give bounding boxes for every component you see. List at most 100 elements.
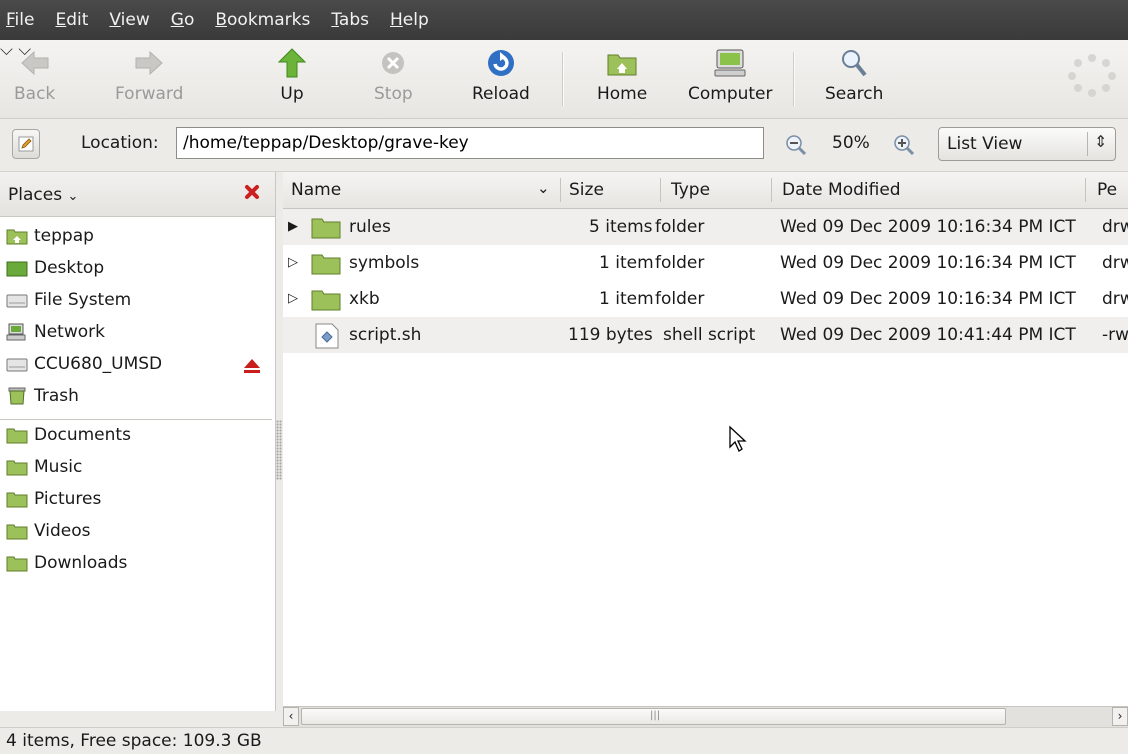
column-header-permissions[interactable]: Pe bbox=[1097, 180, 1117, 200]
computer-button[interactable]: Computer bbox=[688, 46, 773, 112]
scrollbar-thumb[interactable]: ||| bbox=[301, 708, 1006, 725]
table-row[interactable]: ▶ rules 5 items folder Wed 09 Dec 2009 1… bbox=[283, 209, 1128, 245]
network-icon bbox=[6, 323, 28, 341]
menu-tabs[interactable]: Tabs bbox=[331, 10, 369, 30]
file-name: xkb bbox=[349, 289, 380, 309]
pencil-icon bbox=[18, 136, 34, 152]
horizontal-scrollbar[interactable]: ‹ ||| › bbox=[283, 706, 1128, 727]
reload-icon bbox=[485, 46, 517, 80]
column-header-date-modified[interactable]: Date Modified bbox=[782, 180, 901, 200]
sidebar-item-documents[interactable]: Documents bbox=[6, 421, 131, 449]
menu-go[interactable]: Go bbox=[171, 10, 195, 30]
sidebar-item-ccu680-umsd[interactable]: CCU680_UMSD bbox=[6, 350, 162, 378]
file-type: folder bbox=[655, 289, 705, 309]
home-folder-icon bbox=[606, 46, 638, 80]
view-mode-select[interactable]: List View ⇕ bbox=[938, 127, 1116, 161]
status-text: 4 items, Free space: 109.3 GB bbox=[6, 731, 262, 751]
sidebar-item-file-system[interactable]: File System bbox=[6, 286, 131, 314]
folder-icon bbox=[6, 490, 28, 508]
column-header-type[interactable]: Type bbox=[671, 180, 710, 200]
up-button[interactable]: Up bbox=[276, 46, 308, 112]
expander-collapsed-icon[interactable]: ▷ bbox=[288, 291, 298, 306]
zoom-in-icon[interactable] bbox=[893, 134, 915, 161]
table-row[interactable]: ▷ symbols 1 item folder Wed 09 Dec 2009 … bbox=[283, 245, 1128, 281]
file-permissions: drw bbox=[1102, 253, 1128, 273]
file-modified: Wed 09 Dec 2009 10:16:34 PM ICT bbox=[780, 253, 1076, 273]
zoom-out-icon[interactable] bbox=[785, 134, 807, 161]
file-permissions: drw bbox=[1102, 217, 1128, 237]
scroll-left-icon[interactable]: ‹ bbox=[283, 707, 299, 726]
folder-icon bbox=[6, 426, 28, 444]
file-type: folder bbox=[655, 217, 705, 237]
expander-collapsed-icon[interactable]: ▷ bbox=[288, 255, 298, 270]
throbber-icon bbox=[1064, 52, 1120, 103]
zoom-level[interactable]: 50% bbox=[832, 133, 870, 153]
scroll-right-icon[interactable]: › bbox=[1112, 707, 1128, 726]
toggle-location-mode-button[interactable] bbox=[12, 129, 40, 159]
sidebar-item-network[interactable]: Network bbox=[6, 318, 105, 346]
home-folder-icon bbox=[6, 227, 28, 245]
search-button[interactable]: Search bbox=[825, 46, 883, 112]
folder-icon bbox=[311, 215, 341, 244]
stop-button[interactable]: Stop bbox=[374, 46, 413, 112]
chevron-down-icon: ⌄ bbox=[67, 189, 79, 204]
sidebar-divider bbox=[0, 419, 272, 420]
menu-help[interactable]: Help bbox=[390, 10, 429, 30]
places-sidebar: Places ⌄ teppap Desktop File System Netw… bbox=[0, 172, 276, 711]
search-icon bbox=[838, 46, 870, 80]
file-name: symbols bbox=[349, 253, 420, 273]
sidebar-item-teppap[interactable]: teppap bbox=[6, 222, 94, 250]
back-button[interactable]: Back bbox=[14, 46, 55, 112]
file-size: 1 item bbox=[599, 289, 654, 309]
table-row[interactable]: ▷ xkb 1 item folder Wed 09 Dec 2009 10:1… bbox=[283, 281, 1128, 317]
location-label: Location: bbox=[81, 133, 159, 153]
menu-file[interactable]: File bbox=[6, 10, 34, 30]
menu-bookmarks[interactable]: Bookmarks bbox=[215, 10, 310, 30]
expander-collapsed-icon[interactable]: ▶ bbox=[288, 219, 298, 234]
column-header-size[interactable]: Size bbox=[569, 180, 604, 200]
up-arrow-icon bbox=[276, 46, 308, 80]
drive-icon bbox=[6, 291, 28, 309]
reload-button[interactable]: Reload bbox=[472, 46, 530, 112]
forward-button[interactable]: Forward bbox=[115, 46, 183, 112]
close-sidebar-icon[interactable] bbox=[244, 184, 260, 205]
sidebar-item-trash[interactable]: Trash bbox=[6, 382, 79, 410]
sidebar-header: Places ⌄ bbox=[0, 172, 275, 217]
sidebar-item-desktop[interactable]: Desktop bbox=[6, 254, 104, 282]
pane-resize-handle[interactable] bbox=[276, 420, 282, 480]
forward-arrow-icon bbox=[133, 46, 165, 80]
sidebar-item-pictures[interactable]: Pictures bbox=[6, 485, 101, 513]
toolbar: Back ⌵ Forward ⌵ Up Stop Reload Home Com… bbox=[0, 40, 1128, 119]
table-row[interactable]: script.sh 119 bytes shell script Wed 09 … bbox=[283, 317, 1128, 353]
places-dropdown[interactable]: Places ⌄ bbox=[8, 185, 78, 205]
file-name: rules bbox=[349, 217, 391, 237]
file-permissions: drw bbox=[1102, 289, 1128, 309]
file-modified: Wed 09 Dec 2009 10:16:34 PM ICT bbox=[780, 289, 1076, 309]
trash-icon bbox=[6, 387, 28, 405]
folder-icon bbox=[6, 554, 28, 572]
menu-edit[interactable]: Edit bbox=[55, 10, 88, 30]
file-size: 5 items bbox=[589, 217, 653, 237]
grip-icon: ||| bbox=[650, 710, 661, 721]
folder-icon bbox=[6, 458, 28, 476]
status-bar: 4 items, Free space: 109.3 GB bbox=[0, 727, 1128, 754]
back-arrow-icon bbox=[19, 46, 51, 80]
toolbar-separator bbox=[562, 52, 564, 106]
column-header-row: Name ⌄ Size Type Date Modified Pe bbox=[283, 172, 1128, 209]
sidebar-item-music[interactable]: Music bbox=[6, 453, 82, 481]
back-history-chevron-icon[interactable]: ⌵ bbox=[0, 40, 13, 60]
eject-icon[interactable] bbox=[243, 358, 261, 379]
desktop-icon bbox=[6, 259, 28, 277]
sidebar-item-downloads[interactable]: Downloads bbox=[6, 549, 127, 577]
menu-view[interactable]: View bbox=[109, 10, 149, 30]
file-type: shell script bbox=[663, 325, 756, 345]
file-modified: Wed 09 Dec 2009 10:16:34 PM ICT bbox=[780, 217, 1076, 237]
location-input[interactable] bbox=[176, 127, 764, 159]
sidebar-item-videos[interactable]: Videos bbox=[6, 517, 91, 545]
file-size: 119 bytes bbox=[568, 325, 653, 345]
column-header-name[interactable]: Name bbox=[291, 180, 341, 200]
home-button[interactable]: Home bbox=[597, 46, 647, 112]
file-permissions: -rw bbox=[1102, 325, 1128, 345]
file-size: 1 item bbox=[599, 253, 654, 273]
folder-icon bbox=[311, 251, 341, 280]
